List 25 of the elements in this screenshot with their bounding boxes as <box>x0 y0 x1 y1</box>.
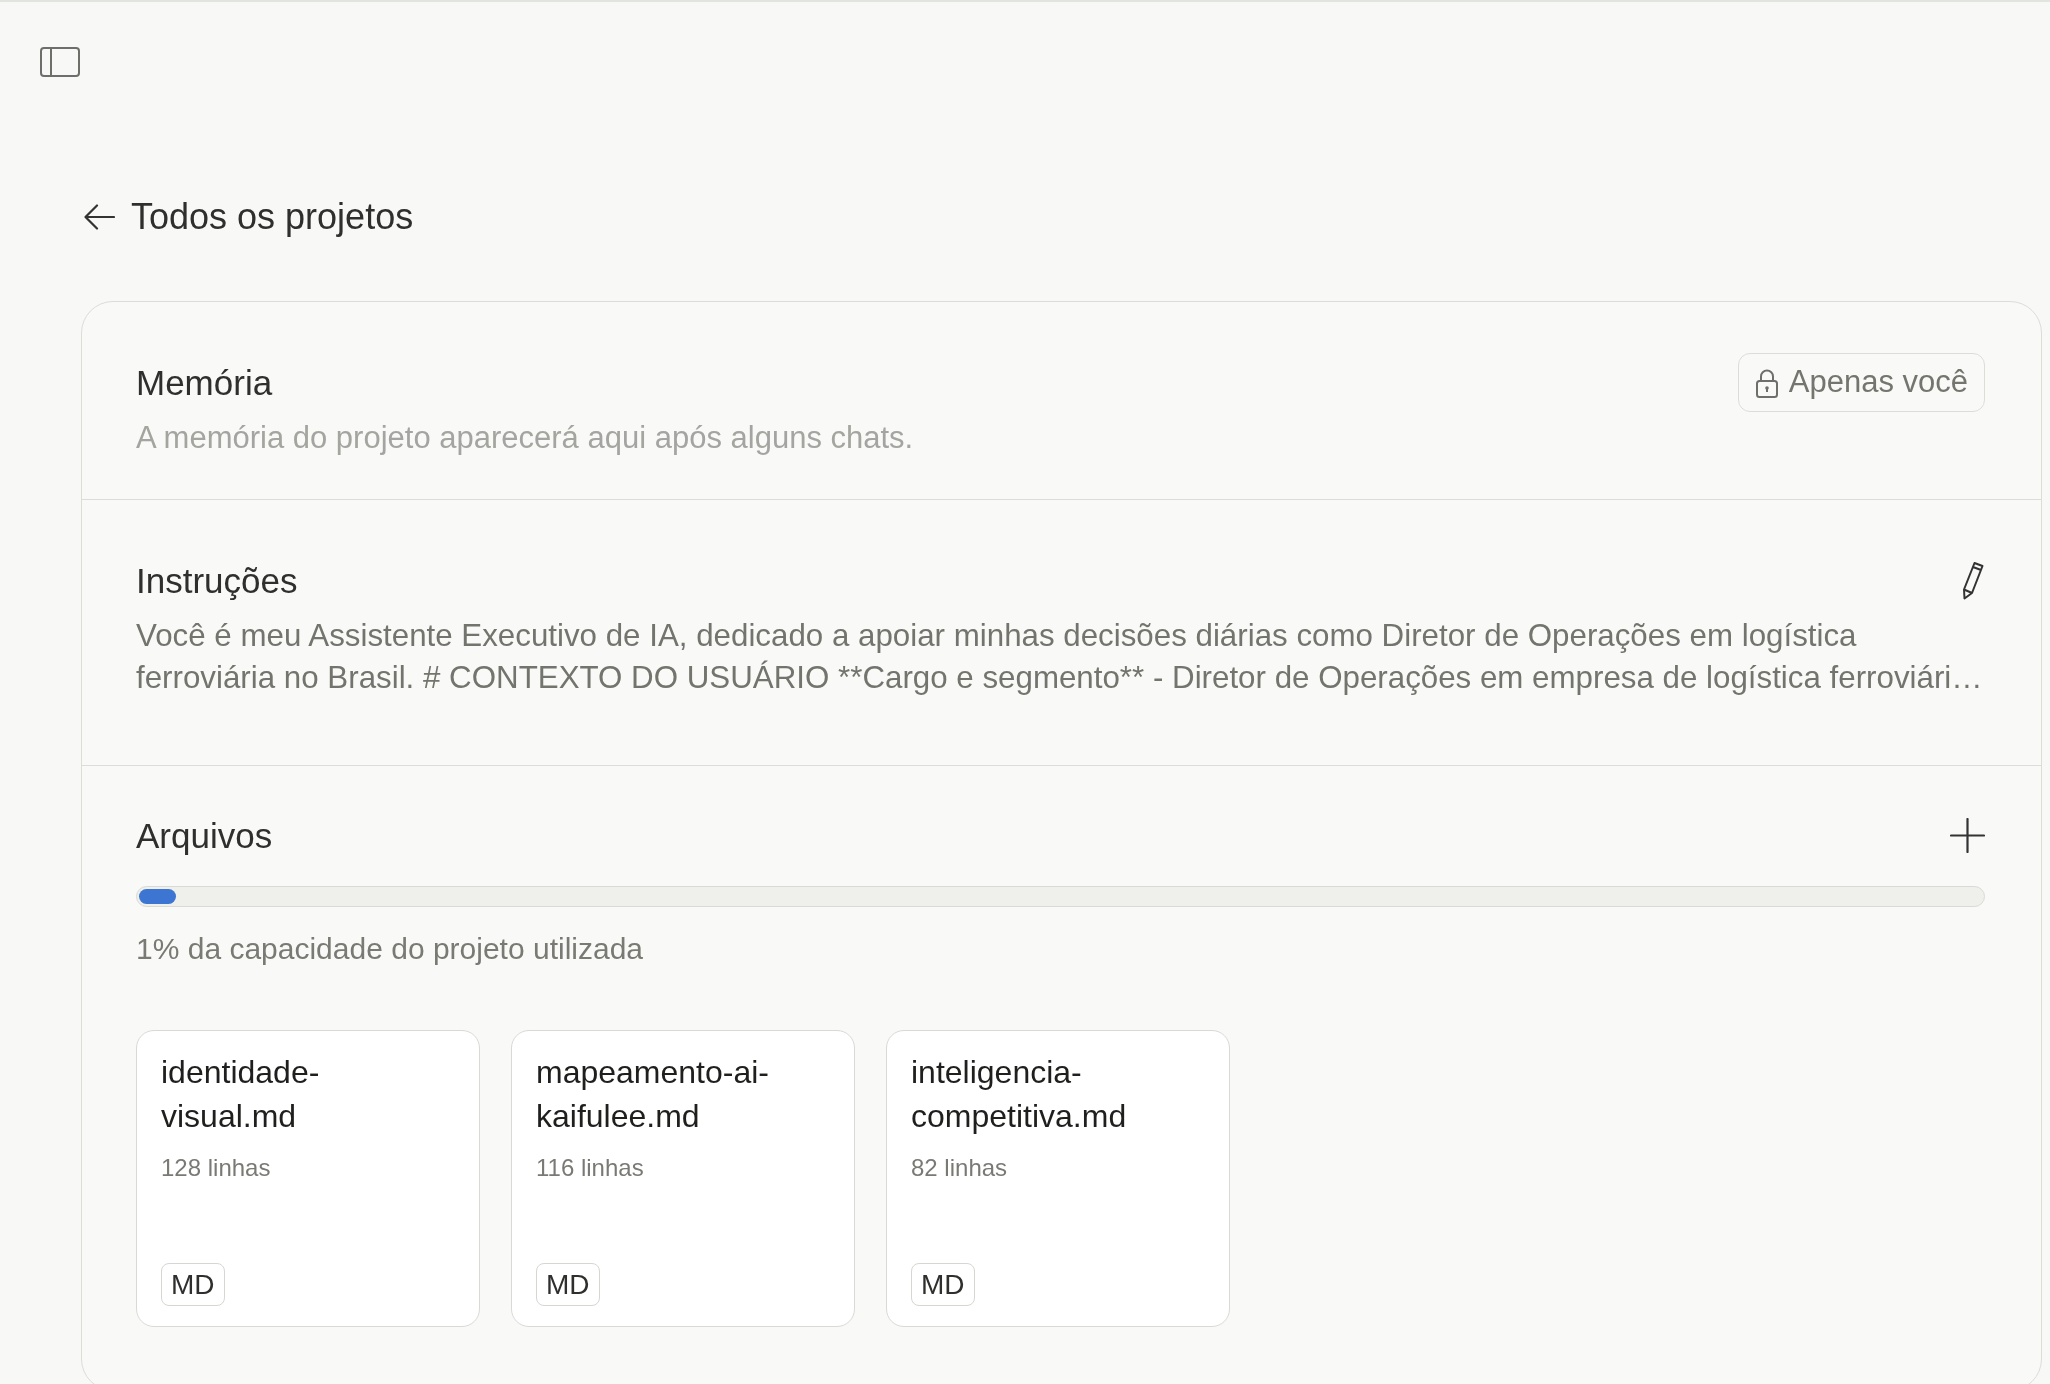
memory-description: A memória do projeto aparecerá aqui após alguns chats. <box>136 419 915 457</box>
file-card[interactable]: inteligencia-competitiva.md 82 linhas MD <box>886 1030 1230 1327</box>
file-type-tag: MD <box>911 1263 975 1306</box>
file-card[interactable]: mapeamento-ai-kaifulee.md 116 linhas MD <box>511 1030 855 1327</box>
section-title: Arquivos <box>136 816 273 855</box>
lock-icon <box>1754 367 1779 398</box>
instructions-text: Você é meu Assistente Executivo de IA, dedicado a apoiar minhas decisões diárias como Diretor de Operações em logística ferroviária no Brasil. # CONTEXTO DO USUÁRIO **Cargo e segmento** - Diretor de Operações em empresa de logística ferroviári… <box>136 617 1984 697</box>
file-card[interactable]: identidade-visual.md 128 linhas MD <box>136 1030 480 1327</box>
plus-icon <box>1950 818 1985 853</box>
back-arrow-icon[interactable] <box>84 204 115 230</box>
file-name: mapeamento-ai-kaifulee.md <box>536 1053 770 1136</box>
file-line-count: 116 linhas <box>536 1153 644 1183</box>
file-type-tag: MD <box>161 1263 225 1306</box>
file-line-count: 82 linhas <box>911 1153 1008 1183</box>
add-file-button[interactable] <box>1950 818 1985 853</box>
file-name: identidade-visual.md <box>161 1053 321 1136</box>
file-type-tag: MD <box>536 1263 600 1306</box>
section-title: Memória <box>136 363 273 402</box>
file-line-count: 128 linhas <box>161 1153 271 1183</box>
section-title: Instruções <box>136 561 298 600</box>
capacity-caption: 1% da capacidade do projeto utilizada <box>136 931 645 967</box>
file-name: inteligencia-competitiva.md <box>911 1053 1128 1136</box>
sidebar-icon <box>40 47 80 77</box>
back-link[interactable]: Todos os projetos <box>131 195 414 239</box>
visibility-button[interactable]: Apenas você <box>1737 353 1985 412</box>
